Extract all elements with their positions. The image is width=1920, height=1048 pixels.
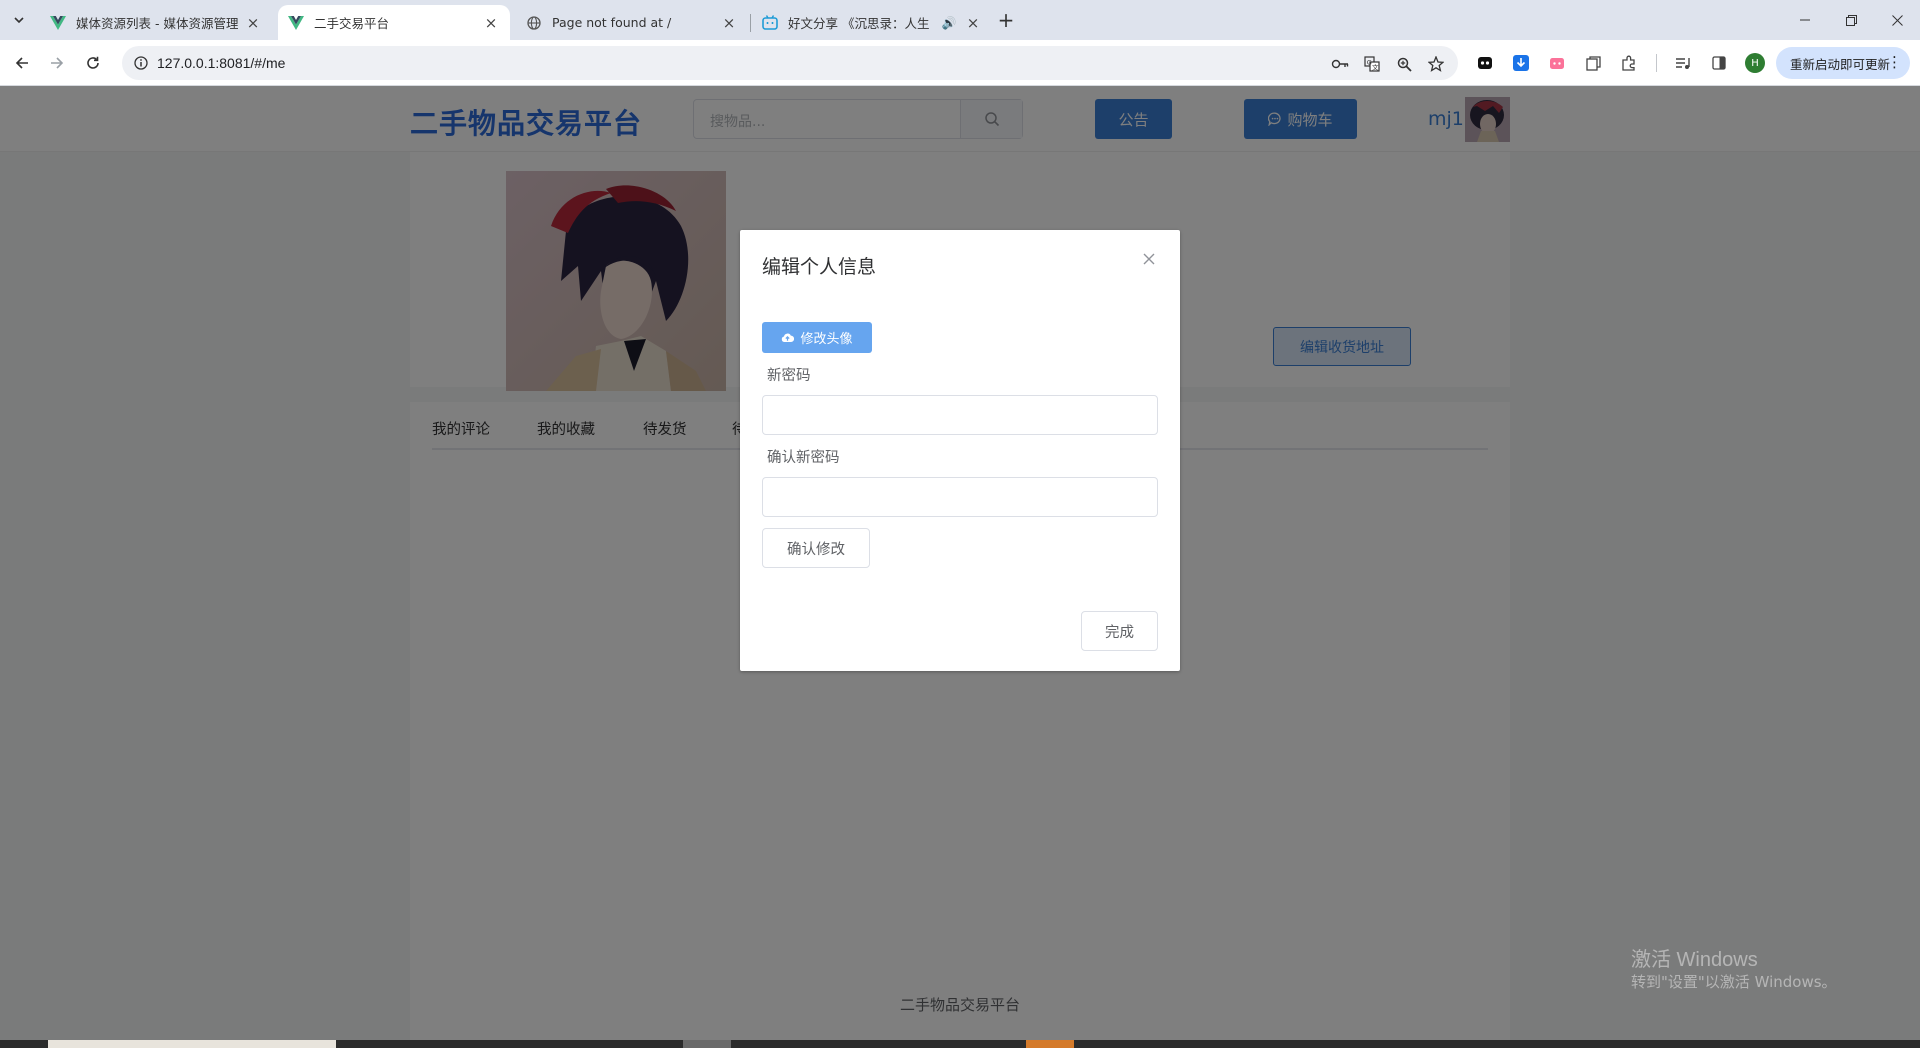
profile-avatar-icon[interactable]: H [1744, 52, 1766, 74]
confirm-change-button[interactable]: 确认修改 [762, 528, 870, 568]
browser-tabstrip: 媒体资源列表 - 媒体资源管理系 × 二手交易平台 × Page not fou… [0, 0, 1920, 40]
upload-cloud-icon [781, 332, 795, 343]
done-button[interactable]: 完成 [1081, 611, 1158, 651]
bookmark-star-icon[interactable] [1426, 54, 1446, 74]
profile-initial: H [1745, 53, 1765, 73]
close-icon[interactable]: × [244, 14, 262, 32]
translate-icon[interactable]: G文 [1362, 54, 1382, 74]
close-icon [1891, 14, 1903, 26]
taskbar-app-active[interactable] [1026, 1040, 1074, 1048]
tab-title: Page not found at / [552, 15, 672, 30]
tab-title: 二手交易平台 [314, 16, 390, 31]
media-control-icon[interactable] [1672, 52, 1694, 74]
puzzle-icon[interactable] [1618, 52, 1640, 74]
update-label: 重新启动即可更新 [1790, 56, 1891, 72]
bilibili-extension-icon[interactable] [1546, 52, 1568, 74]
change-avatar-button[interactable]: 修改头像 [762, 322, 872, 353]
arrow-right-icon [51, 57, 64, 69]
toolbar-separator [1656, 54, 1657, 72]
side-panel-icon[interactable] [1708, 52, 1730, 74]
taskbar-app[interactable] [683, 1040, 731, 1048]
new-password-label: 新密码 [767, 368, 811, 384]
restore-icon [1845, 14, 1857, 26]
speaker-icon[interactable]: 🔊 [940, 14, 958, 32]
forward-button[interactable] [44, 50, 70, 76]
confirm-password-field[interactable] [762, 477, 1158, 517]
restore-button[interactable] [1828, 0, 1874, 40]
change-avatar-label: 修改头像 [800, 332, 853, 347]
close-icon[interactable]: × [964, 14, 982, 32]
dialog-title: 编辑个人信息 [762, 256, 877, 278]
confirm-change-label: 确认修改 [787, 541, 845, 558]
svg-text:文: 文 [1372, 63, 1379, 72]
reload-icon [87, 56, 99, 69]
minimize-icon [1800, 19, 1810, 21]
taskbar-thumbnail[interactable] [48, 1040, 336, 1048]
close-icon [1143, 253, 1155, 265]
new-tab-button[interactable]: + [994, 8, 1018, 32]
new-password-field[interactable] [762, 395, 1158, 435]
confirm-password-label: 确认新密码 [767, 450, 840, 466]
tab-search-button[interactable] [8, 9, 30, 31]
browser-tab-active[interactable]: 二手交易平台 × [278, 5, 510, 40]
globe-icon [526, 15, 542, 31]
close-icon[interactable]: × [720, 14, 738, 32]
extension-icon[interactable] [1474, 52, 1496, 74]
windows-activation-title: 激活 Windows [1631, 949, 1758, 971]
browser-toolbar: 127.0.0.1:8081/#/me G文 H 重新启动即可更新 ⋮ [0, 40, 1920, 86]
tab-title: 好文分享 《沉思录：人生 [788, 16, 930, 31]
windows-activation-subtitle: 转到"设置"以激活 Windows。 [1631, 973, 1837, 991]
tab-title: 媒体资源列表 - 媒体资源管理系 [76, 16, 238, 31]
window-close-button[interactable] [1874, 0, 1920, 40]
vue-icon [50, 15, 66, 31]
dialog-close-button[interactable] [1138, 248, 1160, 270]
info-icon[interactable] [132, 54, 150, 72]
bilibili-icon [762, 15, 778, 31]
browser-tab-404[interactable]: Page not found at / × [516, 5, 748, 40]
download-extension-icon[interactable] [1510, 52, 1532, 74]
done-label: 完成 [1105, 624, 1134, 641]
arrow-left-icon [15, 57, 28, 69]
close-icon[interactable]: × [482, 14, 500, 32]
edit-profile-dialog: 编辑个人信息 修改头像 新密码 确认新密码 确认修改 完成 [740, 230, 1180, 671]
url-text[interactable]: 127.0.0.1:8081/#/me [157, 55, 285, 71]
chevron-down-icon [14, 17, 24, 24]
reload-button[interactable] [80, 50, 106, 76]
more-menu-icon[interactable]: ⋮ [1887, 53, 1902, 71]
key-icon[interactable] [1330, 54, 1350, 74]
tab-separator [750, 14, 751, 32]
vue-icon [288, 15, 304, 31]
minimize-button[interactable] [1782, 0, 1828, 40]
tab-manager-icon[interactable] [1582, 52, 1604, 74]
zoom-icon[interactable] [1394, 54, 1414, 74]
update-browser-button[interactable]: 重新启动即可更新 ⋮ [1776, 47, 1910, 79]
browser-tab-bilibili[interactable]: 好文分享 《沉思录：人生 🔊 × [752, 5, 984, 40]
back-button[interactable] [9, 50, 35, 76]
taskbar [0, 1040, 1920, 1048]
address-bar[interactable]: 127.0.0.1:8081/#/me G文 [122, 46, 1458, 80]
browser-tab-media[interactable]: 媒体资源列表 - 媒体资源管理系 × [40, 5, 272, 40]
